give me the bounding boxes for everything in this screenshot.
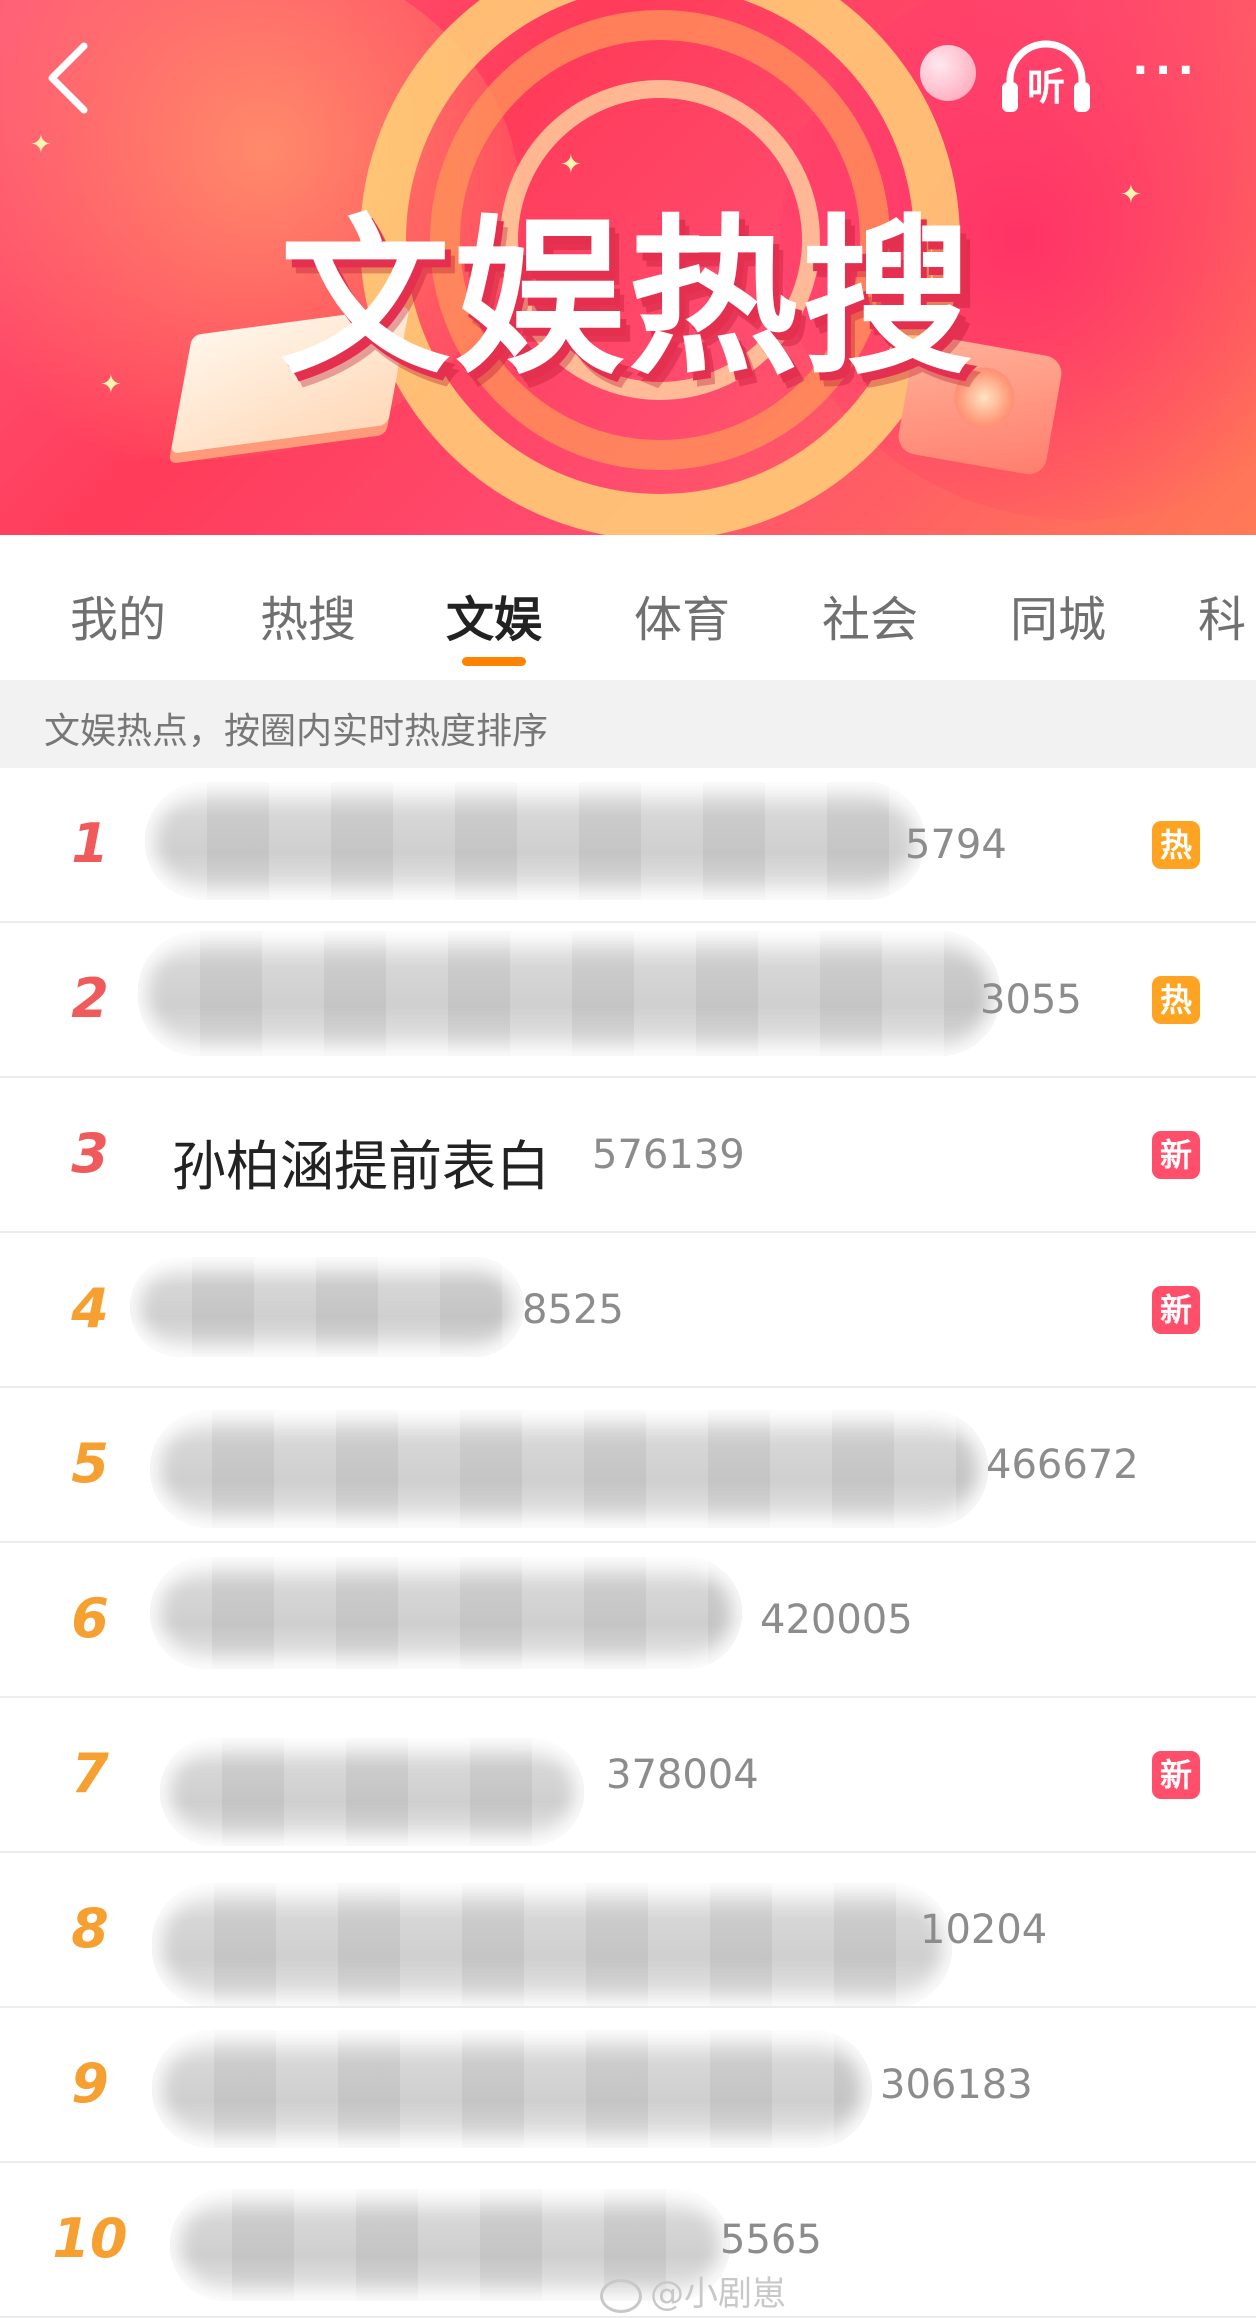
blurred-title — [145, 782, 925, 900]
list-item[interactable]: 1 5794 热 — [0, 768, 1256, 923]
watermark-text: @小剧崽 — [650, 2274, 786, 2314]
blurred-title — [152, 1883, 952, 2006]
hint-bar: 文娱热点，按圈内实时热度排序 — [0, 680, 1256, 768]
tab-tech[interactable]: 科 — [1198, 580, 1246, 650]
tab-sports[interactable]: 体育 — [634, 580, 730, 650]
weibo-icon — [600, 2278, 642, 2313]
heat-count: 5565 — [720, 2217, 822, 2263]
rank-number: 7 — [71, 1742, 109, 1805]
rank-number: 10 — [52, 2207, 128, 2270]
hot-badge: 热 — [1152, 821, 1200, 869]
hot-badge: 热 — [1152, 976, 1200, 1024]
list-item[interactable]: 5 466672 — [0, 1388, 1256, 1543]
hint-text: 文娱热点，按圈内实时热度排序 — [44, 711, 549, 752]
hot-search-list: 1 5794 热 2 3055 热 3 孙柏涵提前表白 576139 新 4 8… — [0, 768, 1256, 2318]
heat-count: 378004 — [606, 1752, 759, 1798]
blurred-title — [150, 1410, 988, 1528]
new-badge: 新 — [1152, 1286, 1200, 1334]
blurred-title — [160, 1738, 584, 1846]
heat-count: 576139 — [592, 1132, 745, 1178]
heat-count: 8525 — [522, 1287, 624, 1333]
blurred-title — [152, 2030, 872, 2148]
banner-title: 文娱热搜 — [279, 200, 976, 398]
banner: ✦ ✦ ✦ ✦ 文娱热搜 听 ··· — [0, 0, 1256, 535]
blurred-title — [138, 931, 1000, 1056]
tab-hot-search[interactable]: 热搜 — [260, 580, 356, 650]
heat-count: 10204 — [920, 1907, 1048, 1953]
heat-count: 420005 — [760, 1597, 913, 1643]
new-badge: 新 — [1152, 1131, 1200, 1179]
watermark: @小剧崽 — [600, 2266, 786, 2315]
new-badge: 新 — [1152, 1751, 1200, 1799]
list-item[interactable]: 8 10204 — [0, 1853, 1256, 2008]
rank-number: 3 — [71, 1122, 109, 1185]
rank-number: 5 — [71, 1432, 109, 1495]
list-item[interactable]: 2 3055 热 — [0, 923, 1256, 1078]
heat-count: 306183 — [880, 2062, 1033, 2108]
rank-number: 4 — [71, 1277, 109, 1340]
sparkle-icon: ✦ — [30, 130, 52, 160]
blurred-title — [130, 1257, 524, 1357]
rank-number: 6 — [71, 1587, 109, 1650]
rank-number: 2 — [71, 967, 109, 1030]
listen-label: 听 — [1026, 65, 1065, 109]
tab-society[interactable]: 社会 — [822, 580, 918, 650]
heat-count: 5794 — [905, 822, 1007, 868]
tab-local[interactable]: 同城 — [1010, 580, 1106, 650]
category-tabs: 我的 热搜 文娱 体育 社会 同城 科 — [0, 535, 1256, 680]
rank-number: 9 — [71, 2052, 109, 2115]
list-item[interactable]: 3 孙柏涵提前表白 576139 新 — [0, 1078, 1256, 1233]
list-item-title: 孙柏涵提前表白 — [172, 1135, 550, 1198]
back-icon[interactable] — [40, 38, 100, 118]
heat-count: 3055 — [980, 977, 1082, 1023]
list-item[interactable]: 6 420005 — [0, 1543, 1256, 1698]
tab-mine[interactable]: 我的 — [70, 580, 166, 650]
active-tab-indicator — [462, 657, 526, 666]
more-icon[interactable]: ··· — [1132, 49, 1222, 93]
blurred-title — [150, 1557, 742, 1669]
heat-count: 466672 — [986, 1442, 1139, 1488]
planet-icon — [920, 45, 976, 101]
rank-number: 1 — [71, 812, 109, 875]
list-item[interactable]: 7 378004 新 — [0, 1698, 1256, 1853]
list-item[interactable]: 4 8525 新 — [0, 1233, 1256, 1388]
list-item[interactable]: 9 306183 — [0, 2008, 1256, 2163]
listen-button[interactable]: 听 — [998, 34, 1094, 116]
rank-number: 8 — [71, 1897, 109, 1960]
tab-entertainment[interactable]: 文娱 — [446, 580, 542, 650]
